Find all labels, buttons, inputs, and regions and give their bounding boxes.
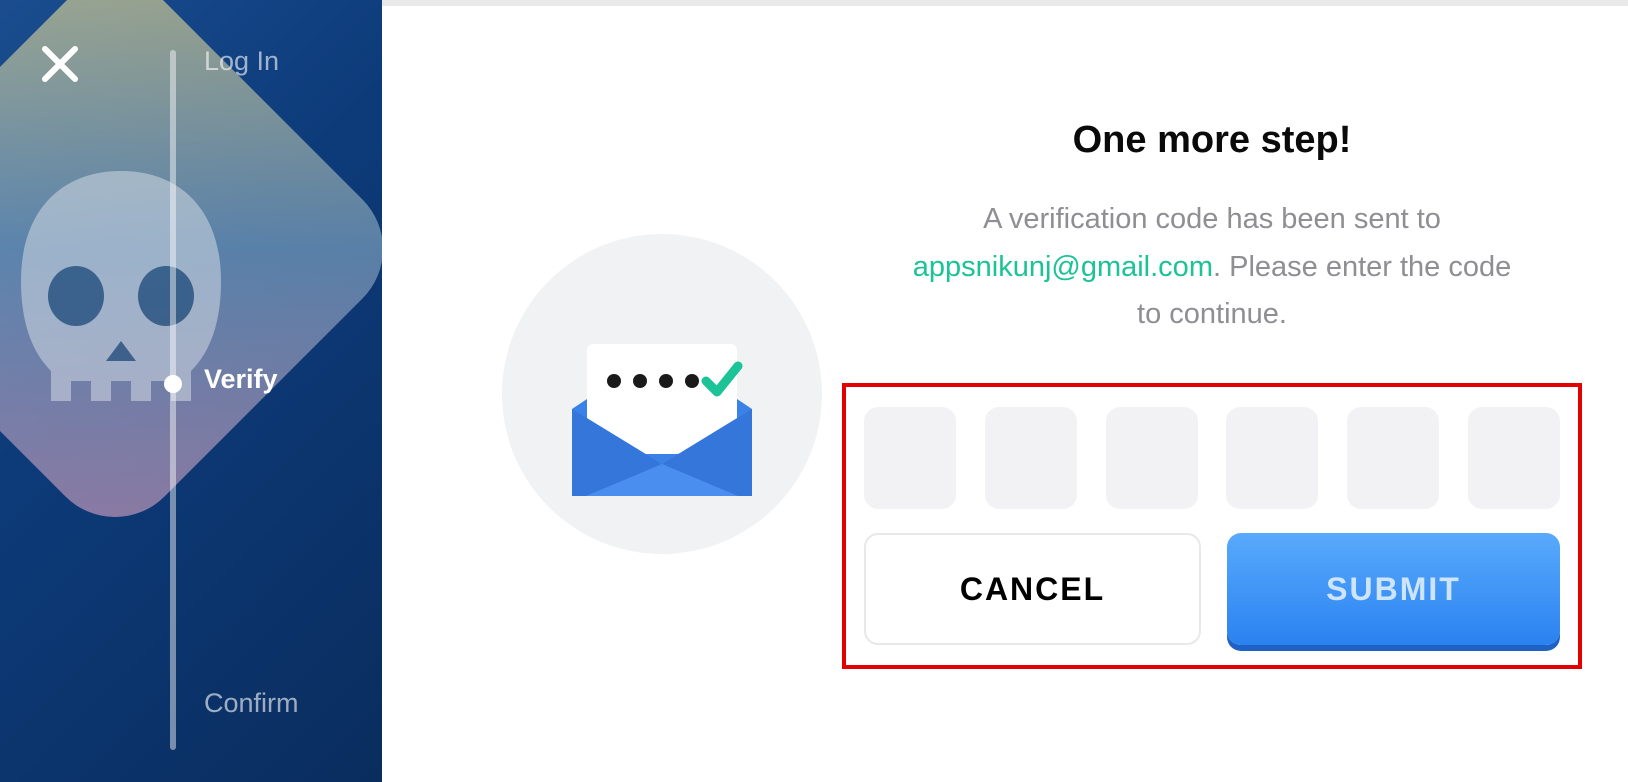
mail-envelope-icon bbox=[532, 264, 792, 524]
code-digit-1[interactable] bbox=[864, 407, 956, 509]
sidebar: Log In Verify Confirm bbox=[0, 0, 382, 782]
step-verify-indicator bbox=[164, 375, 182, 393]
page-title: One more step! bbox=[1073, 119, 1352, 162]
code-digit-2[interactable] bbox=[985, 407, 1077, 509]
close-icon bbox=[40, 44, 80, 84]
verification-email: appsnikunj@gmail.com bbox=[913, 251, 1213, 283]
verification-panel: One more step! A verification code has b… bbox=[842, 119, 1582, 670]
step-verify[interactable]: Verify bbox=[204, 364, 278, 395]
step-confirm[interactable]: Confirm bbox=[204, 688, 299, 719]
code-input-group bbox=[864, 407, 1560, 509]
code-digit-4[interactable] bbox=[1226, 407, 1318, 509]
highlighted-input-section: CANCEL SUBMIT bbox=[842, 383, 1582, 669]
submit-button[interactable]: SUBMIT bbox=[1227, 533, 1560, 645]
close-button[interactable] bbox=[40, 44, 80, 84]
verification-description: A verification code has been sent to app… bbox=[902, 196, 1522, 340]
cancel-button[interactable]: CANCEL bbox=[864, 533, 1201, 645]
code-digit-6[interactable] bbox=[1468, 407, 1560, 509]
desc-prefix: A verification code has been sent to bbox=[983, 203, 1441, 235]
progress-line bbox=[170, 50, 176, 750]
code-digit-3[interactable] bbox=[1106, 407, 1198, 509]
verification-illustration bbox=[502, 234, 822, 554]
code-digit-5[interactable] bbox=[1347, 407, 1439, 509]
main-content: One more step! A verification code has b… bbox=[382, 0, 1628, 782]
action-buttons: CANCEL SUBMIT bbox=[864, 533, 1560, 645]
step-login[interactable]: Log In bbox=[204, 46, 279, 77]
